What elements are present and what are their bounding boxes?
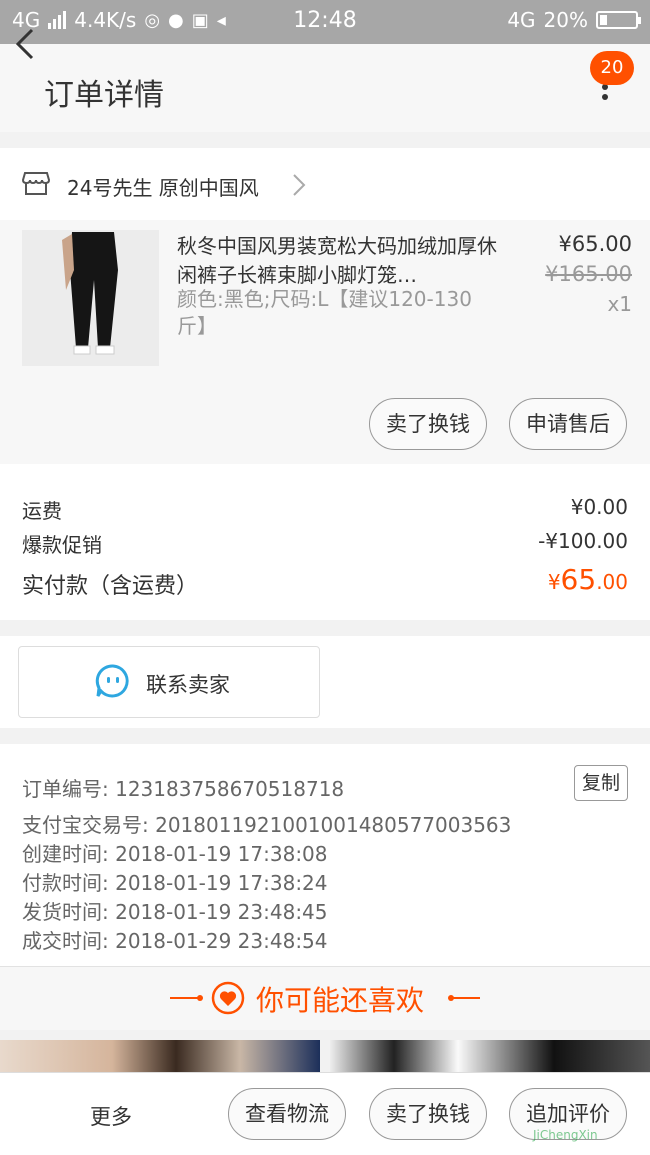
paid-integer: 65 (560, 563, 597, 596)
view-logistics-button[interactable]: 查看物流 (228, 1088, 346, 1140)
completed-time: 成交时间: 2018-01-29 23:48:54 (22, 929, 328, 953)
promo-label: 爆款促销 (22, 533, 102, 557)
after-sale-button[interactable]: 申请售后 (509, 398, 627, 450)
shop-icon (22, 172, 50, 195)
recommend-title: 你可能还喜欢 (256, 984, 425, 1017)
paid-decimal: .00 (596, 570, 628, 594)
divider-dot-left (197, 995, 203, 1001)
product-original-price: ¥165.00 (545, 262, 632, 286)
promo-value: -¥100.00 (538, 529, 628, 553)
paid-time: 付款时间: 2018-01-19 17:38:24 (22, 871, 328, 895)
paid-label: 实付款（含运费） (22, 574, 199, 599)
back-arrow-icon[interactable] (10, 24, 42, 64)
order-number: 订单编号: 123183758670518718 (22, 777, 345, 801)
chevron-right-icon (293, 174, 306, 196)
product-sku: 颜色:黑色;尺码:L【建议120-130斤】 (177, 287, 472, 338)
status-bar: 4G 4.4K/s ◎ ● ▣ ◂ 12:48 4G 20% (0, 0, 650, 44)
shipping-value: ¥0.00 (570, 495, 628, 519)
product-image[interactable] (22, 230, 159, 366)
battery-percent: 20% (543, 8, 588, 32)
contact-seller-label[interactable]: 联系卖家 (146, 669, 230, 699)
product-photo-illustration (22, 230, 159, 366)
sell-for-cash-bottom-button[interactable]: 卖了换钱 (369, 1088, 487, 1140)
status-right: 4G 20% (507, 8, 641, 32)
product-price: ¥65.00 (558, 232, 632, 256)
paid-currency: ¥ (547, 570, 561, 594)
divider-left (170, 997, 198, 999)
sell-for-cash-button[interactable]: 卖了换钱 (369, 398, 487, 450)
more-button[interactable]: 更多 (90, 1101, 132, 1131)
created-time: 创建时间: 2018-01-19 17:38:08 (22, 842, 328, 866)
network-type-right: 4G (507, 8, 536, 32)
copy-button[interactable]: 复制 (574, 765, 628, 801)
shipping-label: 运费 (22, 499, 62, 523)
message-count-badge: 20 (590, 51, 634, 85)
product-title[interactable]: 秋冬中国风男装宽松大码加绒加厚休闲裤子长裤束脚小脚灯笼… (177, 232, 497, 290)
alipay-trade-number: 支付宝交易号: 2018011921001001480577003563 (22, 813, 512, 837)
divider-right (452, 997, 480, 999)
chat-face-icon (95, 664, 129, 698)
shop-name[interactable]: 24号先生 原创中国风 (67, 172, 259, 201)
paid-value: ¥65.00 (548, 563, 628, 596)
watermark-text: JiChengXin (533, 1128, 598, 1142)
page-title: 订单详情 (44, 78, 164, 113)
heart-icon (211, 981, 245, 1015)
battery-icon (596, 11, 641, 29)
product-quantity: x1 (607, 292, 632, 316)
shipped-time: 发货时间: 2018-01-19 23:48:45 (22, 900, 328, 924)
